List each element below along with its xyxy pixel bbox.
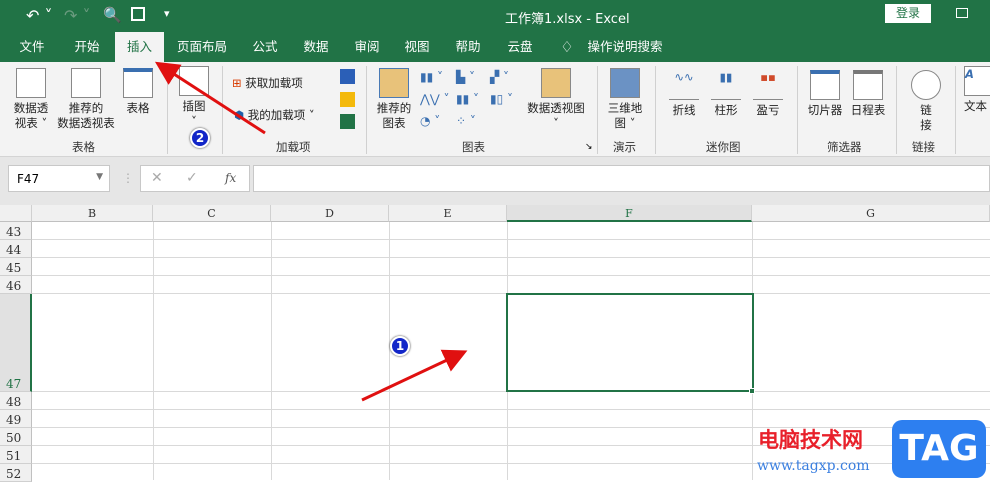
annotation-arrows: [154, 61, 468, 402]
watermark-logo: TAG: [892, 420, 986, 478]
watermark-site: 电脑技术网: [758, 428, 863, 452]
arrow-to-insert-tab: [154, 61, 266, 135]
step-badge-2: 2: [190, 128, 210, 148]
step-badge-1: 1: [390, 336, 410, 356]
arrow-to-cell: [361, 349, 468, 402]
watermark-url: www.tagxp.com: [757, 458, 870, 474]
